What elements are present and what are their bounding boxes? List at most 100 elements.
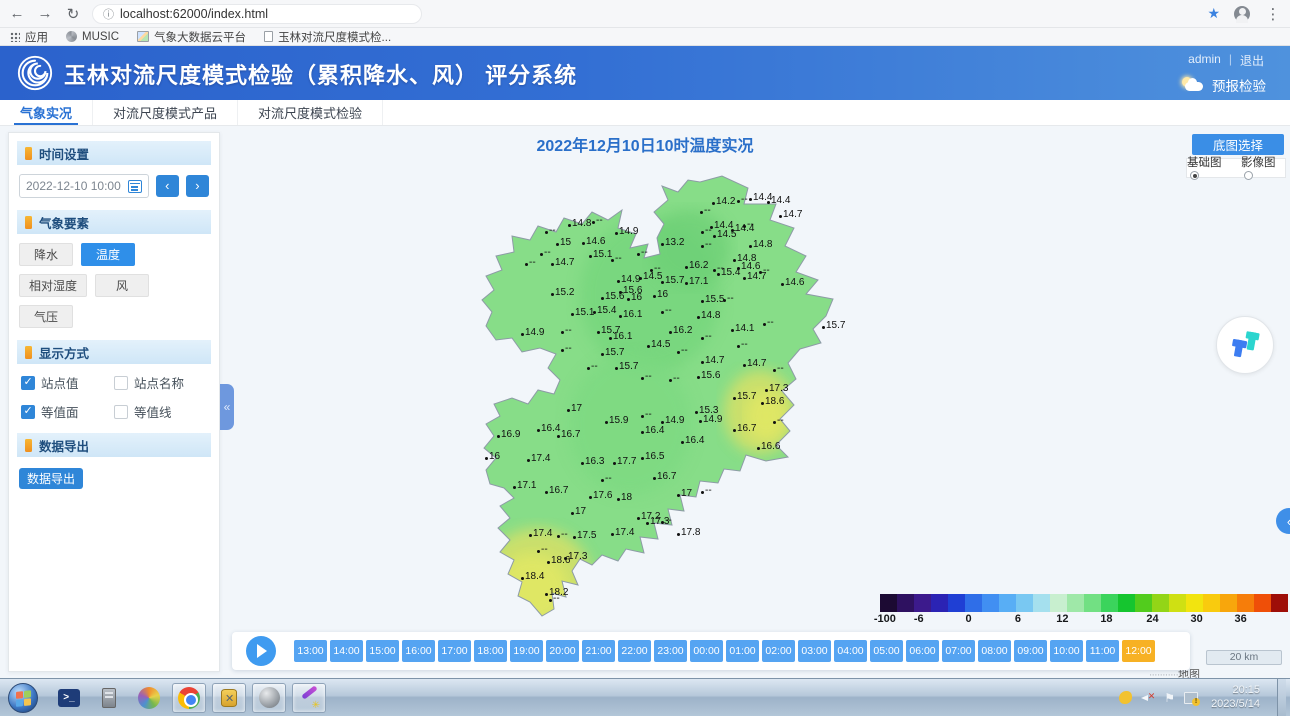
display-option[interactable]: 站点值 [21, 373, 114, 392]
time-step-button[interactable]: 11:00 [1086, 640, 1119, 662]
url-text: localhost:62000/index.html [120, 7, 268, 21]
reload-icon[interactable]: ↻ [64, 5, 82, 23]
display-option[interactable]: 站点名称 [114, 373, 207, 392]
legend-color-segment [1220, 594, 1237, 612]
taskbar-powershell[interactable]: >_ [52, 683, 86, 713]
time-step-button[interactable]: 17:00 [438, 640, 471, 662]
display-option[interactable]: 等值面 [21, 402, 114, 421]
forecast-check-button[interactable]: 预报检验 [1180, 75, 1266, 95]
basemap-option[interactable]: 影像图 [1241, 154, 1285, 182]
basemap-option[interactable]: 基础图 [1187, 154, 1231, 182]
taskbar-annotate-app[interactable] [292, 683, 326, 713]
legend-colorbar [880, 594, 1288, 612]
show-desktop-button[interactable] [1277, 679, 1286, 716]
calendar-icon[interactable] [128, 180, 142, 193]
taskbar-globe-app[interactable] [252, 683, 286, 713]
time-step-button[interactable]: 18:00 [474, 640, 507, 662]
time-step-button[interactable]: 04:00 [834, 640, 867, 662]
legend-color-segment [880, 594, 897, 612]
time-step-button[interactable]: 01:00 [726, 640, 759, 662]
taskbar-system-tool[interactable] [92, 683, 126, 713]
time-step-button[interactable]: 13:00 [294, 640, 327, 662]
time-step-button[interactable]: 15:00 [366, 640, 399, 662]
taskbar-chrome[interactable] [172, 683, 206, 713]
browser-menu-icon[interactable]: ⋮ [1264, 5, 1282, 23]
section-title: 显示方式 [39, 343, 89, 362]
forward-icon[interactable]: → [36, 5, 54, 22]
time-step-button[interactable]: 05:00 [870, 640, 903, 662]
taskbar-database-tool[interactable] [212, 683, 246, 713]
bookmark-item[interactable]: MUSIC [66, 31, 119, 43]
system-tray: ⚑ 20:15 2023/5/14 [1119, 679, 1290, 716]
bookmark-item[interactable]: 应用 [10, 29, 48, 45]
checkbox-unchecked-icon[interactable] [114, 376, 128, 390]
bookmark-star-icon[interactable]: ★ [1207, 5, 1220, 22]
time-step-button[interactable]: 03:00 [798, 640, 831, 662]
volume-muted-icon[interactable] [1141, 692, 1155, 704]
time-step-button[interactable]: 02:00 [762, 640, 795, 662]
sidebar-panel: 时间设置 2022-12-10 10:00 ‹ › 气象要素 降水温度相对湿度风… [8, 132, 220, 672]
tab-item[interactable]: 气象实况 [0, 100, 93, 125]
basemap-radio-group: 基础图影像图 [1186, 158, 1286, 178]
data-export-button[interactable]: 数据导出 [19, 468, 83, 489]
display-option[interactable]: 等值线 [114, 402, 207, 421]
back-icon[interactable]: ← [8, 5, 26, 22]
section-title: 时间设置 [39, 144, 89, 163]
browser-profile-avatar[interactable] [1234, 6, 1250, 22]
checkbox-checked-icon[interactable] [21, 405, 35, 419]
divider: | [1229, 52, 1232, 69]
time-step-button[interactable]: 14:00 [330, 640, 363, 662]
radio-icon[interactable] [1244, 171, 1253, 180]
bookmark-item[interactable]: 玉林对流尺度模式检... [264, 29, 391, 45]
element-button[interactable]: 降水 [19, 243, 73, 266]
prev-time-button[interactable]: ‹ [156, 175, 179, 197]
action-center-flag-icon[interactable]: ⚑ [1164, 691, 1175, 705]
ime-tray-icon[interactable] [1119, 691, 1132, 704]
time-step-button[interactable]: 23:00 [654, 640, 687, 662]
radio-icon[interactable] [1190, 171, 1199, 180]
basemap-option-label: 影像图 [1241, 157, 1276, 169]
logout-link[interactable]: 退出 [1240, 52, 1264, 69]
element-button[interactable]: 相对湿度 [19, 274, 87, 297]
checkbox-checked-icon[interactable] [21, 376, 35, 390]
start-button[interactable] [8, 683, 38, 713]
section-marker-icon [25, 216, 32, 229]
clock-date: 2023/5/14 [1211, 698, 1260, 712]
taskbar-browser[interactable] [132, 683, 166, 713]
legend-color-segment [948, 594, 965, 612]
tab-item[interactable]: 对流尺度模式产品 [93, 100, 238, 125]
taskbar-clock[interactable]: 20:15 2023/5/14 [1211, 684, 1260, 712]
time-step-button[interactable]: 10:00 [1050, 640, 1083, 662]
time-step-button[interactable]: 16:00 [402, 640, 435, 662]
time-step-button[interactable]: 08:00 [978, 640, 1011, 662]
next-time-button[interactable]: › [186, 175, 209, 197]
legend-color-segment [999, 594, 1016, 612]
map-vendor-logo[interactable] [1216, 316, 1274, 374]
play-button[interactable] [246, 636, 276, 666]
time-step-button[interactable]: 07:00 [942, 640, 975, 662]
legend-tick-label: -6 [914, 613, 924, 625]
time-step-button[interactable]: 00:00 [690, 640, 723, 662]
checkbox-unchecked-icon[interactable] [114, 405, 128, 419]
element-button[interactable]: 风 [95, 274, 149, 297]
tab-item[interactable]: 对流尺度模式检验 [238, 100, 383, 125]
time-step-button[interactable]: 21:00 [582, 640, 615, 662]
element-button[interactable]: 温度 [81, 243, 135, 266]
site-info-icon[interactable]: ⓘ [103, 6, 114, 22]
bookmark-item[interactable]: 气象大数据云平台 [137, 29, 246, 45]
element-button[interactable]: 气压 [19, 305, 73, 328]
basemap-select-button[interactable]: 底图选择 [1192, 134, 1284, 155]
network-warning-icon[interactable] [1184, 692, 1198, 704]
time-step-button[interactable]: 20:00 [546, 640, 579, 662]
sidebar-collapse-button[interactable]: « [220, 384, 234, 430]
legend-color-segment [1152, 594, 1169, 612]
time-step-button[interactable]: 19:00 [510, 640, 543, 662]
time-step-button[interactable]: 06:00 [906, 640, 939, 662]
panel-expand-chevron[interactable]: ‹ [1276, 508, 1290, 534]
region-map[interactable] [470, 168, 850, 628]
address-bar[interactable]: ⓘ localhost:62000/index.html [92, 4, 422, 24]
datetime-input[interactable]: 2022-12-10 10:00 [19, 174, 149, 198]
time-step-button[interactable]: 09:00 [1014, 640, 1047, 662]
time-step-button[interactable]: 22:00 [618, 640, 651, 662]
time-step-button[interactable]: 12:00 [1122, 640, 1155, 662]
